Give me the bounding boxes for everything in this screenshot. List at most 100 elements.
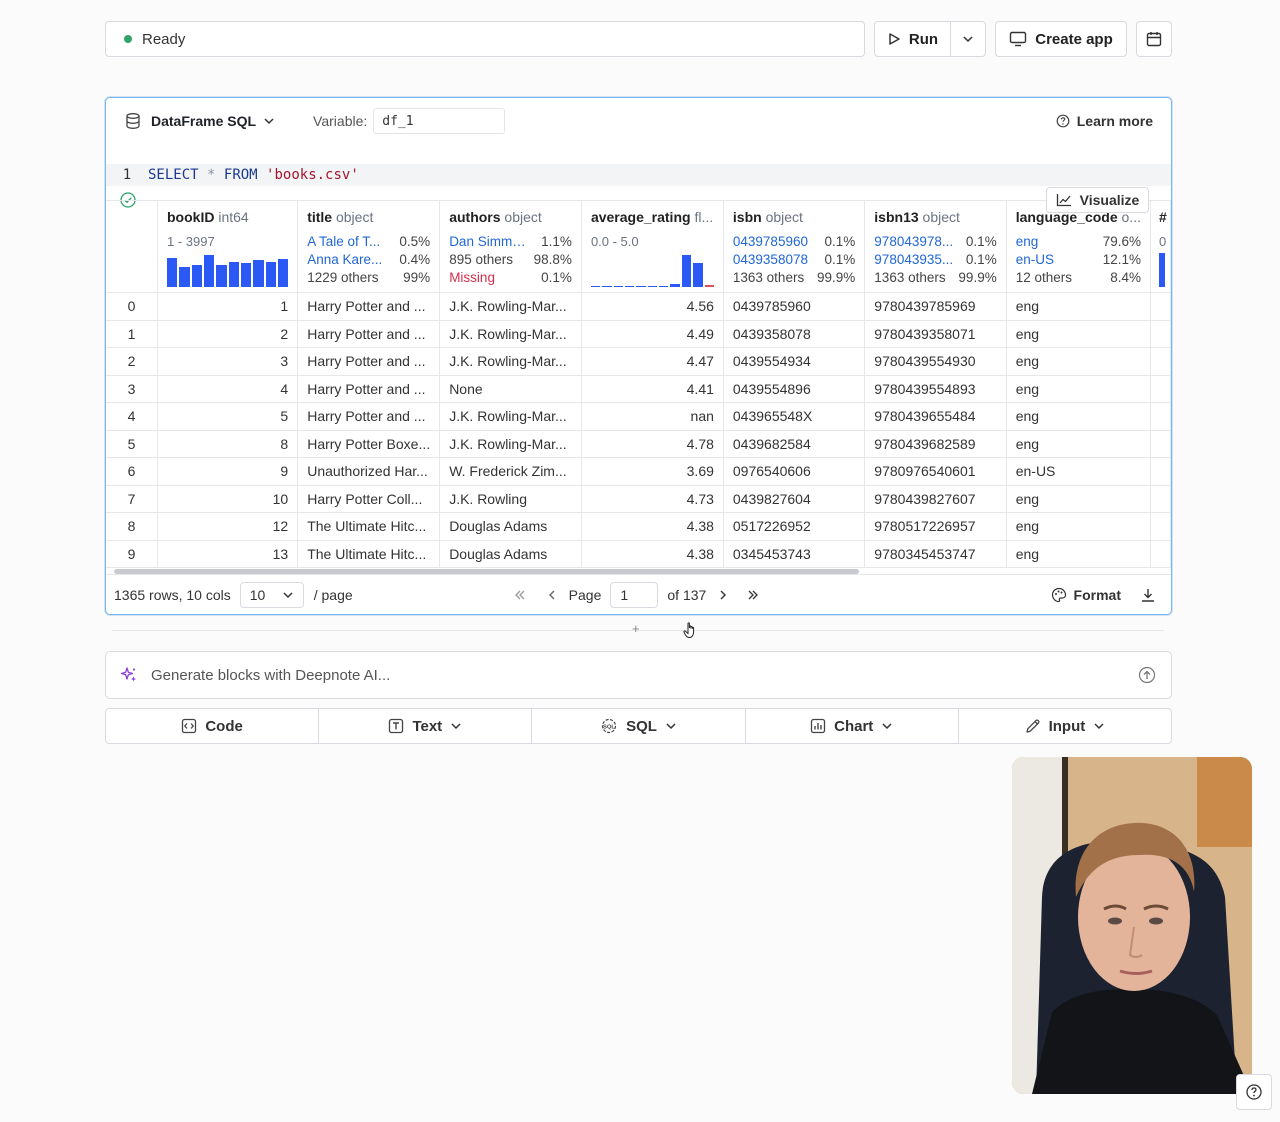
visualize-button[interactable]: Visualize [1046,187,1149,213]
page-size-value: 10 [249,586,266,603]
overflow-cell [1150,347,1171,376]
download-icon[interactable] [1140,587,1156,603]
hand-cursor-icon [683,622,695,639]
title-cell: Harry Potter Boxe... [297,430,441,458]
run-label: Run [908,30,939,48]
top-value-percent: 12.1% [1102,252,1141,267]
table-row[interactable]: 3 4 Harry Potter and ... None 4.41 0439554896… [106,375,1171,403]
ai-prompt-input[interactable]: Generate blocks with Deepnote AI... [105,651,1172,699]
table-row[interactable]: 0 1 Harry Potter and ... J.K. Rowling-Mar..… [106,292,1171,321]
table-row[interactable]: 2 3 Harry Potter and ... J.K. Rowling-Mar..… [106,347,1171,376]
add-chart-block-button[interactable]: Chart [746,709,959,743]
table-row[interactable]: 7 10 Harry Potter Coll... J.K. Rowling 4.73 0… [106,485,1171,513]
column-header-bookid[interactable]: bookID int64 1 - 3997 [157,200,299,293]
create-app-button[interactable]: Create app [995,21,1127,57]
isbn-cell: 043965548X [723,402,866,431]
status-bar: Ready [105,21,865,57]
authors-cell: J.K. Rowling-Mar... [439,402,582,431]
average-rating-cell: 3.69 [581,457,724,486]
chevron-down-icon[interactable] [263,115,275,127]
run-button[interactable]: Run [874,21,951,57]
overflow-cell [1150,402,1171,431]
next-page-icon[interactable] [716,588,730,602]
column-header-language-code[interactable]: language_code o... eng 79.6% en-US 12.1% 1… [1006,200,1151,293]
first-page-icon[interactable] [513,588,527,602]
isbn-cell: 0517226952 [723,512,866,541]
table-row[interactable]: 1 2 Harry Potter and ... J.K. Rowling-Mar..… [106,320,1171,348]
format-button[interactable]: Format [1051,587,1121,603]
previous-page-icon[interactable] [545,588,559,602]
overflow-cell [1150,485,1171,513]
column-header-average-rating[interactable]: average_rating fl... 0.0 - 5.0 [581,200,724,293]
column-header-partial[interactable]: # 0 [1150,200,1171,293]
top-toolbar: Ready Run Create app [105,21,1172,57]
add-block-plus[interactable]: + [632,621,640,636]
table-row[interactable]: 4 5 Harry Potter and ... J.K. Rowling-Mar..… [106,402,1171,431]
table-row[interactable]: 5 8 Harry Potter Boxe... J.K. Rowling-Mar..… [106,430,1171,458]
page-size-select[interactable]: 10 [239,581,304,608]
title-cell: Harry Potter and ... [297,402,441,431]
top-value: Anna Kare... [307,252,383,267]
average-rating-cell: nan [581,402,724,431]
learn-more-link[interactable]: Learn more [1056,113,1153,129]
chart-label: Chart [834,717,874,735]
histogram-bar [659,285,669,287]
row-index: 1 [106,320,158,348]
learn-more-label: Learn more [1076,113,1153,129]
top-value-row: en-US 12.1% [1016,251,1141,269]
isbn13-cell: 9780439554930 [864,347,1007,376]
table-row[interactable]: 6 9 Unauthorized Har... W. Frederick Zim...… [106,457,1171,486]
column-header-title[interactable]: title object A Tale of T... 0.5% Anna Kar… [297,200,441,293]
webcam-overlay[interactable] [1012,757,1252,1094]
per-page-label: / page [313,586,353,603]
help-button[interactable] [1236,1074,1272,1110]
status-text: Ready [142,30,186,48]
pencil-icon [1025,719,1040,733]
variable-input[interactable]: df_1 [373,108,506,134]
input-label: Input [1048,717,1086,735]
column-type: int64 [218,209,249,225]
isbn-cell: 0345453743 [723,540,866,568]
column-name: title [307,209,333,225]
title-cell: Harry Potter and ... [297,320,441,348]
column-header-authors[interactable]: authors object Dan Simmo... 1.1% 895 othe… [439,200,582,293]
row-index: 6 [106,457,158,486]
page-number-input[interactable]: 1 [610,581,659,608]
histogram-bar [602,285,612,287]
others-count: 1363 others [874,270,946,285]
isbn13-cell: 9780439655484 [864,402,1007,431]
table-row[interactable]: 9 13 The Ultimate Hitc... Douglas Adams 4.38… [106,540,1171,568]
bookid-cell: 10 [157,485,299,513]
add-sql-block-button[interactable]: SQL SQL [532,709,746,743]
presenter-video-image [1012,757,1252,1094]
histogram-bar [191,264,202,287]
column-header-isbn13[interactable]: isbn13 object 978043978... 0.1% 978043935… [864,200,1007,293]
authors-cell: Douglas Adams [439,512,582,541]
top-value-percent: 0.4% [399,252,431,267]
schedule-button[interactable] [1136,21,1172,57]
code-editor-line[interactable]: 1 SELECT * FROM 'books.csv' [106,164,1171,186]
bookid-cell: 8 [157,430,299,458]
column-header-isbn[interactable]: isbn object 0439785960 0.1% 0439358078 0.1… [723,200,866,293]
add-input-block-button[interactable]: Input [959,709,1171,743]
run-options-button[interactable] [950,21,986,57]
code-keyword: FROM [223,167,258,183]
top-value-percent: 0.1% [824,252,856,267]
authors-cell: J.K. Rowling [439,485,582,513]
block-type-selector[interactable]: DataFrame SQL [151,113,256,129]
language-code-cell: eng [1006,347,1151,376]
variable-label: Variable: [313,113,368,129]
top-value-percent: 79.6% [1102,234,1141,249]
pagination: Page 1 of 137 [513,581,761,608]
add-text-block-button[interactable]: Text [319,709,533,743]
histogram-bar [681,254,692,287]
top-value: eng [1015,234,1039,249]
sql-cell[interactable]: DataFrame SQL Variable: df_1 Learn more … [105,97,1172,615]
last-page-icon[interactable] [746,588,760,602]
table-row[interactable]: 8 12 The Ultimate Hitc... Douglas Adams 4.38… [106,512,1171,541]
sparkles-icon [120,667,136,682]
add-code-block-button[interactable]: Code [106,709,320,743]
sql-gear-icon: SQL [601,718,617,734]
submit-arrow-icon[interactable] [1138,666,1156,684]
isbn13-cell: 9780439785969 [864,292,1007,321]
